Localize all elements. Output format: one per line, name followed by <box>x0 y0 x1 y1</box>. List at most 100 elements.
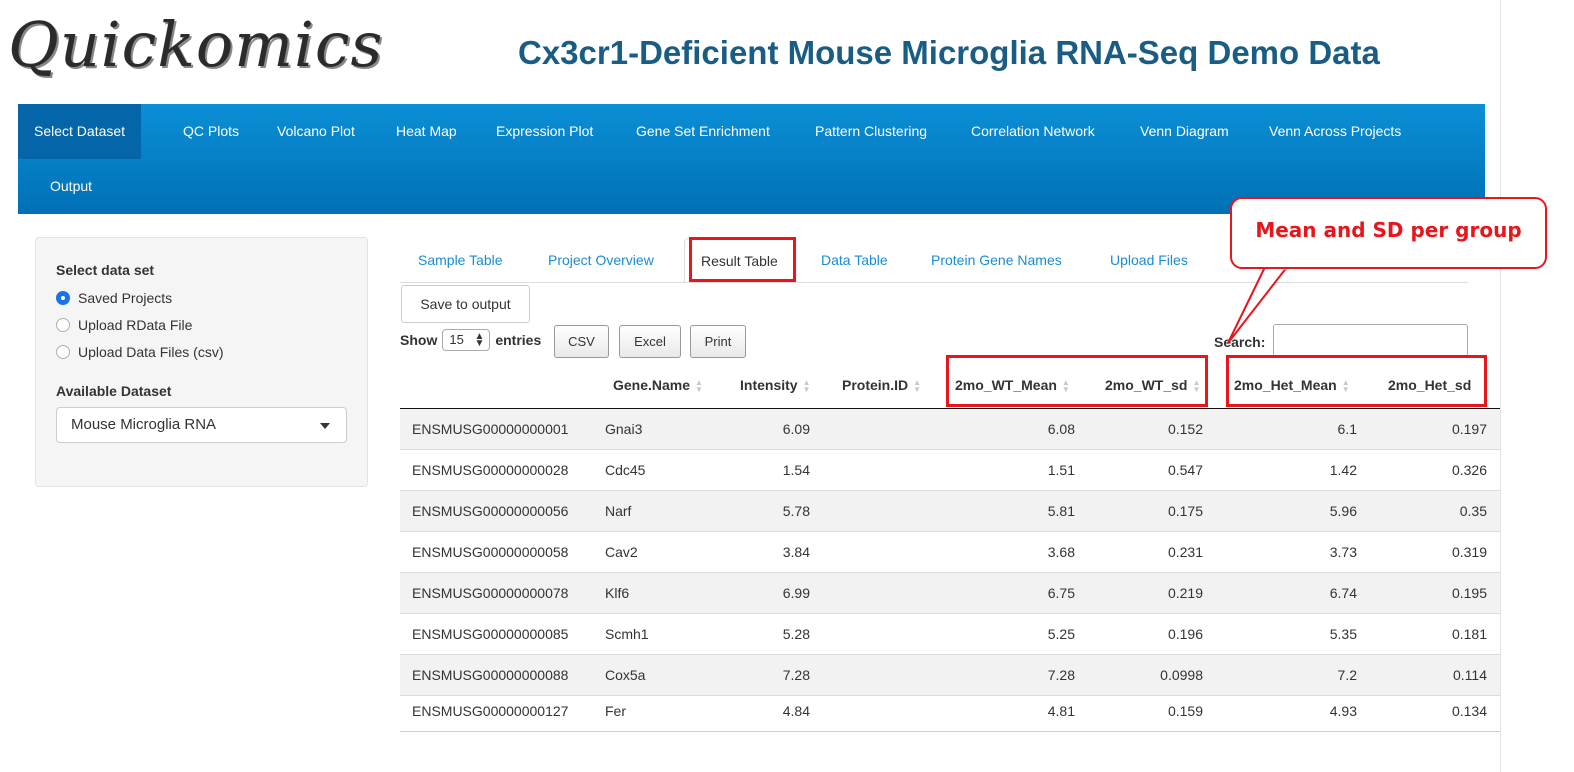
show-label: Show <box>400 332 438 348</box>
column-header-intensity[interactable]: Intensity ▲ ▼ <box>740 377 811 395</box>
table-row: ENSMUSG00000000088 Cox5a 7.28 7.28 0.099… <box>400 655 1500 696</box>
cell-wt-sd: 0.547 <box>1167 462 1203 478</box>
cell-intensity: 4.84 <box>782 703 810 719</box>
nav-venn-across-projects[interactable]: Venn Across Projects <box>1269 104 1401 159</box>
column-header-het-sd[interactable]: 2mo_Het_sd <box>1388 377 1471 393</box>
entries-select[interactable]: 15 ▲ ▼ <box>442 329 491 351</box>
nav-output[interactable]: Output <box>50 159 92 214</box>
cell-het-mean: 6.1 <box>1337 421 1357 437</box>
cell-row-id: ENSMUSG00000000028 <box>412 462 569 478</box>
sort-icon: ▲ ▼ <box>802 378 811 395</box>
cell-wt-sd: 0.196 <box>1167 626 1203 642</box>
cell-het-sd: 0.197 <box>1451 421 1487 437</box>
entries-value: 15 <box>449 332 464 347</box>
save-to-output-button[interactable]: Save to output <box>401 285 530 323</box>
cell-intensity: 7.28 <box>782 667 810 683</box>
header-label: Gene.Name <box>613 377 691 393</box>
select-data-set-label: Select data set <box>56 262 155 278</box>
cell-intensity: 6.99 <box>782 585 810 601</box>
csv-button[interactable]: CSV <box>554 325 609 358</box>
page-title: Cx3cr1-Deficient Mouse Microglia RNA-Seq… <box>518 34 1380 71</box>
radio-label: Saved Projects <box>78 290 173 306</box>
sort-icon: ▲ ▼ <box>1341 378 1350 395</box>
cell-row-id: ENSMUSG00000000127 <box>412 703 569 719</box>
nav-pattern-clustering[interactable]: Pattern Clustering <box>815 104 927 159</box>
sort-icon: ▲ ▼ <box>695 378 703 395</box>
nav-select-dataset[interactable]: Select Dataset <box>18 104 142 159</box>
radio-unchecked-icon[interactable] <box>56 318 70 332</box>
tab-sample-table[interactable]: Sample Table <box>418 238 503 282</box>
tab-result-table[interactable]: Result Table <box>684 238 795 283</box>
cell-gene-name: Cdc45 <box>605 462 646 478</box>
page-border <box>1500 0 1501 772</box>
table-bottom-border <box>400 731 1500 732</box>
sort-icon: ▲ ▼ <box>1192 378 1201 395</box>
cell-row-id: ENSMUSG00000000056 <box>412 503 569 519</box>
app-logo: Quickomics <box>8 8 384 81</box>
sidebar-panel: Select data set Saved Projects Upload RD… <box>35 237 368 487</box>
cell-wt-sd: 0.159 <box>1167 703 1203 719</box>
table-row: ENSMUSG00000000056 Narf 5.78 5.81 0.175 … <box>400 491 1500 532</box>
column-header-wt-mean[interactable]: 2mo_WT_Mean ▲ ▼ <box>955 377 1070 394</box>
radio-checked-icon[interactable] <box>56 291 70 305</box>
cell-wt-mean: 1.51 <box>1047 462 1075 478</box>
header-label: 2mo_WT_sd <box>1105 377 1188 393</box>
table-row: ENSMUSG00000000058 Cav2 3.84 3.68 0.231 … <box>400 532 1500 573</box>
dataset-select[interactable]: Mouse Microglia RNA <box>56 407 347 443</box>
header-label: 2mo_WT_Mean <box>955 377 1057 393</box>
cell-het-sd: 0.326 <box>1451 462 1487 478</box>
updown-arrow-icon: ▲ ▼ <box>474 331 485 349</box>
cell-het-mean: 5.96 <box>1329 503 1357 519</box>
column-header-protein-id[interactable]: Protein.ID ▲ ▼ <box>842 377 922 395</box>
table-row: ENSMUSG00000000001 Gnai3 6.09 6.08 0.152… <box>400 409 1500 450</box>
cell-row-id: ENSMUSG00000000058 <box>412 544 569 560</box>
header-label: 2mo_Het_sd <box>1388 377 1472 393</box>
header-label: 2mo_Het_Mean <box>1234 377 1337 393</box>
radio-upload-csv[interactable]: Upload Data Files (csv) <box>56 344 224 360</box>
nav-qc-plots[interactable]: QC Plots <box>183 104 239 159</box>
tab-upload-files[interactable]: Upload Files <box>1110 238 1188 282</box>
nav-venn-diagram[interactable]: Venn Diagram <box>1140 104 1229 159</box>
cell-het-mean: 6.74 <box>1329 585 1357 601</box>
print-button[interactable]: Print <box>690 325 746 358</box>
nav-heat-map[interactable]: Heat Map <box>396 104 457 159</box>
cell-gene-name: Narf <box>605 503 632 519</box>
cell-wt-mean: 4.81 <box>1047 703 1075 719</box>
nav-gene-set-enrichment[interactable]: Gene Set Enrichment <box>636 104 770 159</box>
radio-unchecked-icon[interactable] <box>56 345 70 359</box>
cell-het-sd: 0.114 <box>1453 667 1487 683</box>
cell-wt-mean: 6.75 <box>1047 585 1075 601</box>
nav-expression-plot[interactable]: Expression Plot <box>496 104 593 159</box>
cell-het-mean: 4.93 <box>1329 703 1357 719</box>
excel-button[interactable]: Excel <box>619 325 681 358</box>
cell-gene-name: Cox5a <box>605 667 646 683</box>
radio-upload-rdata[interactable]: Upload RData File <box>56 317 192 333</box>
nav-volcano-plot[interactable]: Volcano Plot <box>277 104 355 159</box>
tab-project-overview[interactable]: Project Overview <box>548 238 654 282</box>
cell-het-sd: 0.195 <box>1451 585 1487 601</box>
radio-label: Upload Data Files (csv) <box>78 344 224 360</box>
column-header-gene-name[interactable]: Gene.Name ▲ ▼ <box>613 377 703 395</box>
nav-correlation-network[interactable]: Correlation Network <box>971 104 1095 159</box>
cell-row-id: ENSMUSG00000000085 <box>412 626 569 642</box>
cell-het-sd: 0.319 <box>1451 544 1487 560</box>
cell-het-sd: 0.35 <box>1459 503 1487 519</box>
cell-wt-sd: 0.152 <box>1167 421 1203 437</box>
radio-label: Upload RData File <box>78 317 193 333</box>
column-header-het-mean[interactable]: 2mo_Het_Mean ▲ ▼ <box>1234 377 1350 395</box>
tab-data-table[interactable]: Data Table <box>821 238 888 282</box>
cell-wt-sd: 0.0998 <box>1160 667 1203 683</box>
table-row: ENSMUSG00000000028 Cdc45 1.54 1.51 0.547… <box>400 450 1500 491</box>
tabs-divider <box>400 282 1468 283</box>
cell-row-id: ENSMUSG00000000001 <box>412 421 569 437</box>
cell-intensity: 5.28 <box>782 626 810 642</box>
cell-het-mean: 7.2 <box>1337 667 1357 683</box>
search-input[interactable] <box>1273 324 1468 357</box>
column-header-wt-sd[interactable]: 2mo_WT_sd ▲ ▼ <box>1105 377 1201 395</box>
sort-icon: ▲ ▼ <box>913 378 922 395</box>
cell-het-sd: 0.181 <box>1451 626 1487 642</box>
radio-saved-projects[interactable]: Saved Projects <box>56 290 172 306</box>
table-row: ENSMUSG00000000127 Fer 4.84 4.81 0.159 4… <box>400 691 1500 731</box>
cell-wt-mean: 6.08 <box>1047 421 1075 437</box>
tab-protein-gene-names[interactable]: Protein Gene Names <box>931 238 1062 282</box>
